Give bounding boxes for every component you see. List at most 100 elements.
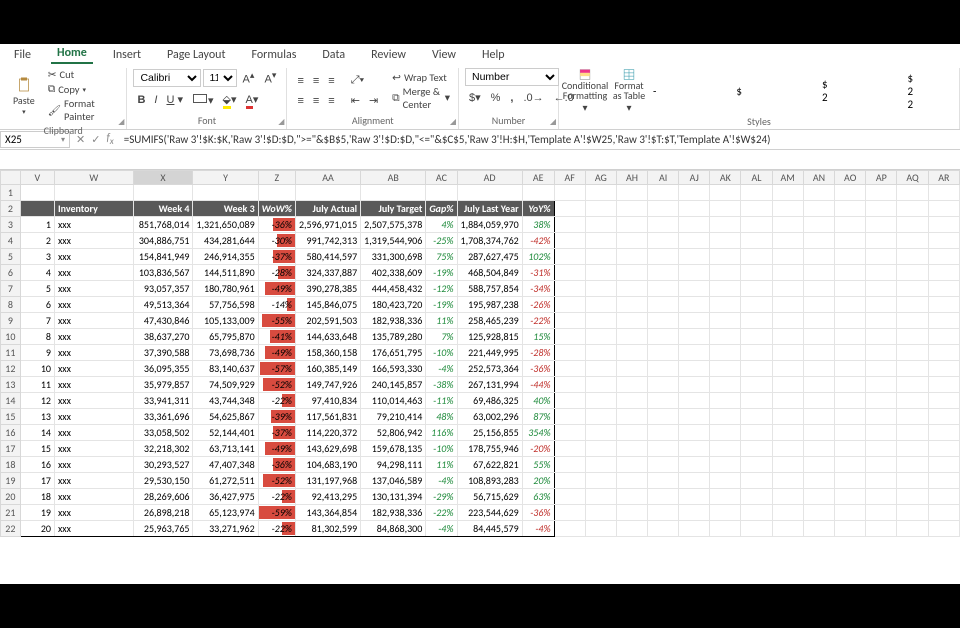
table-cell[interactable]: xxx <box>54 521 133 537</box>
table-cell[interactable]: 38% <box>522 217 554 233</box>
table-cell[interactable]: 135,789,280 <box>361 329 426 345</box>
table-cell[interactable]: 48% <box>426 409 457 425</box>
table-cell[interactable]: 5 <box>20 281 54 297</box>
table-cell[interactable]: 240,145,857 <box>361 377 426 393</box>
table-cell[interactable]: 38,637,270 <box>133 329 193 345</box>
table-cell[interactable]: 182,938,336 <box>361 505 426 521</box>
row-header[interactable]: 6 <box>1 265 21 281</box>
col-header[interactable]: AD <box>457 171 522 185</box>
table-cell[interactable]: 116% <box>426 425 457 441</box>
table-cell[interactable]: -22% <box>258 489 295 505</box>
table-cell[interactable]: -19% <box>426 297 457 313</box>
table-cell[interactable]: xxx <box>54 425 133 441</box>
table-cell[interactable]: 29,530,150 <box>133 473 193 489</box>
dialog-launcher-icon[interactable]: ◢ <box>278 117 284 127</box>
table-cell[interactable]: 2,507,575,378 <box>361 217 426 233</box>
table-cell[interactable]: -11% <box>426 393 457 409</box>
tab-formulas[interactable]: Formulas <box>245 46 302 64</box>
table-cell[interactable]: 117,561,831 <box>295 409 360 425</box>
table-cell[interactable]: 33,058,502 <box>133 425 193 441</box>
table-cell[interactable]: 93,057,357 <box>133 281 193 297</box>
row-header[interactable]: 14 <box>1 393 21 409</box>
table-cell[interactable]: 26,898,218 <box>133 505 193 521</box>
table-cell[interactable]: -4% <box>426 473 457 489</box>
table-cell[interactable]: 8 <box>20 329 54 345</box>
table-cell[interactable]: 2 <box>20 233 54 249</box>
col-header[interactable]: AR <box>928 171 959 185</box>
table-cell[interactable]: -12% <box>426 281 457 297</box>
col-header[interactable]: AI <box>648 171 679 185</box>
table-cell[interactable]: xxx <box>54 281 133 297</box>
table-cell[interactable]: 54,625,867 <box>193 409 258 425</box>
accounting-format-button[interactable]: $▾ <box>465 89 485 106</box>
table-cell[interactable]: xxx <box>54 393 133 409</box>
number-format-select[interactable]: Number <box>465 68 559 86</box>
table-cell[interactable]: 79,210,414 <box>361 409 426 425</box>
col-header[interactable]: AB <box>361 171 426 185</box>
col-header[interactable]: Y <box>193 171 258 185</box>
table-cell[interactable]: 17 <box>20 473 54 489</box>
col-header[interactable]: AG <box>585 171 616 185</box>
table-cell[interactable]: 468,504,849 <box>457 265 522 281</box>
table-cell[interactable]: xxx <box>54 473 133 489</box>
table-cell[interactable]: 131,197,968 <box>295 473 360 489</box>
tab-insert[interactable]: Insert <box>107 46 147 64</box>
table-cell[interactable]: 354% <box>522 425 554 441</box>
formula-input[interactable]: =SUMIFS('Raw 3'!$K:$K,'Raw 3'!$D:$D,">="… <box>120 132 960 147</box>
table-cell[interactable]: 4% <box>426 217 457 233</box>
table-cell[interactable]: 202,591,503 <box>295 313 360 329</box>
table-cell[interactable]: 7 <box>20 313 54 329</box>
table-cell[interactable]: 36,095,355 <box>133 361 193 377</box>
table-cell[interactable]: -41% <box>258 329 295 345</box>
table-cell[interactable]: 851,768,014 <box>133 217 193 233</box>
table-cell[interactable]: xxx <box>54 345 133 361</box>
align-right-button[interactable]: ≡ <box>324 92 338 109</box>
table-cell[interactable]: 104,683,190 <box>295 457 360 473</box>
table-cell[interactable]: 324,337,887 <box>295 265 360 281</box>
col-header[interactable]: AE <box>522 171 554 185</box>
table-cell[interactable]: 444,458,432 <box>361 281 426 297</box>
table-cell[interactable]: 32,218,302 <box>133 441 193 457</box>
row-header[interactable]: 1 <box>1 185 21 201</box>
table-cell[interactable]: xxx <box>54 233 133 249</box>
table-cell[interactable]: 43,744,348 <box>193 393 258 409</box>
table-cell[interactable]: 110,014,463 <box>361 393 426 409</box>
table-cell[interactable]: 83,140,637 <box>193 361 258 377</box>
cut-button[interactable]: ✂ Cut <box>46 68 121 81</box>
table-cell[interactable]: 28,269,606 <box>133 489 193 505</box>
col-header[interactable]: AK <box>710 171 741 185</box>
table-cell[interactable]: 180,780,961 <box>193 281 258 297</box>
table-cell[interactable]: -22% <box>258 393 295 409</box>
table-cell[interactable]: 143,364,854 <box>295 505 360 521</box>
table-cell[interactable]: 97,410,834 <box>295 393 360 409</box>
table-cell[interactable]: -36% <box>258 457 295 473</box>
table-cell[interactable]: 125,928,815 <box>457 329 522 345</box>
table-cell[interactable]: 145,846,075 <box>295 297 360 313</box>
table-cell[interactable]: -20% <box>522 441 554 457</box>
table-cell[interactable]: xxx <box>54 489 133 505</box>
table-cell[interactable]: 102% <box>522 249 554 265</box>
table-cell[interactable]: xxx <box>54 441 133 457</box>
table-cell[interactable]: xxx <box>54 457 133 473</box>
table-cell[interactable]: 166,593,330 <box>361 361 426 377</box>
col-header[interactable]: AF <box>554 171 585 185</box>
font-size-select[interactable]: 11 <box>203 69 237 87</box>
col-header[interactable]: AL <box>741 171 772 185</box>
table-cell[interactable]: 20 <box>20 521 54 537</box>
col-header[interactable]: AQ <box>897 171 928 185</box>
col-header[interactable]: AC <box>426 171 457 185</box>
table-cell[interactable]: -36% <box>522 505 554 521</box>
table-cell[interactable]: 159,678,135 <box>361 441 426 457</box>
row-header[interactable]: 5 <box>1 249 21 265</box>
table-cell[interactable]: 33,941,311 <box>133 393 193 409</box>
table-cell[interactable]: 74,509,929 <box>193 377 258 393</box>
table-cell[interactable]: 67,622,821 <box>457 457 522 473</box>
table-cell[interactable]: 267,131,994 <box>457 377 522 393</box>
row-header[interactable]: 21 <box>1 505 21 521</box>
col-header[interactable]: AM <box>772 171 803 185</box>
table-cell[interactable]: 176,651,795 <box>361 345 426 361</box>
bold-button[interactable]: B <box>133 92 149 108</box>
table-cell[interactable]: -14% <box>258 297 295 313</box>
table-cell[interactable]: xxx <box>54 265 133 281</box>
col-header[interactable]: W <box>54 171 133 185</box>
